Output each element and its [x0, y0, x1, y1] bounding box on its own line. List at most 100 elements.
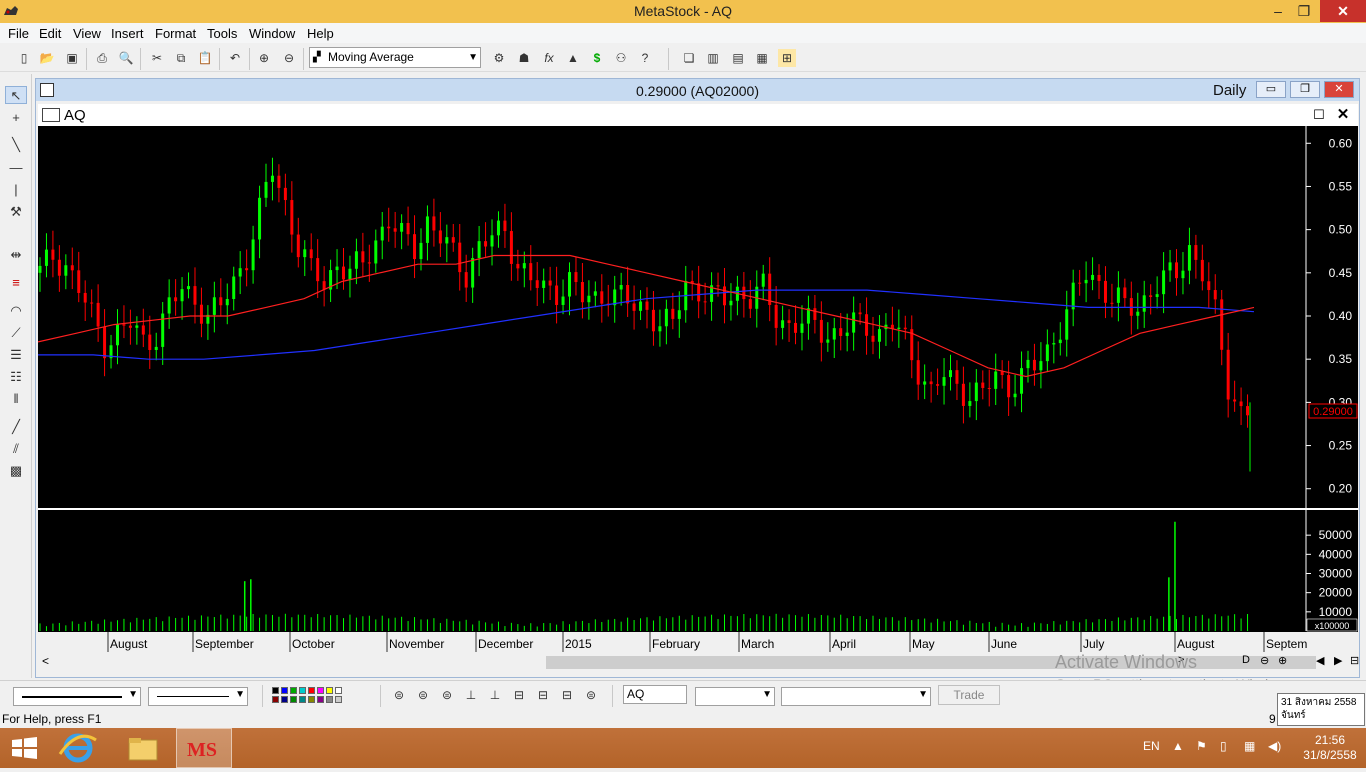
gann-fan-tool-icon[interactable]: ⫽ — [5, 440, 27, 458]
print-icon[interactable]: ⎙ — [93, 49, 111, 67]
formula-icon[interactable]: fx — [540, 49, 558, 67]
paste-icon[interactable]: 📋 — [196, 49, 214, 67]
menu-insert[interactable]: Insert — [111, 26, 144, 41]
pane-2-icon[interactable]: ⊟ — [534, 686, 552, 704]
page-right-icon[interactable]: ▶ — [1334, 654, 1342, 667]
menu-view[interactable]: View — [73, 26, 101, 41]
internet-explorer-icon[interactable] — [50, 728, 106, 768]
save-icon[interactable]: ▣ — [63, 49, 81, 67]
line-weight-select[interactable]: ▼ — [148, 687, 248, 706]
help-pointer-icon[interactable]: ? — [636, 49, 654, 67]
color-swatch[interactable] — [290, 696, 297, 703]
color-swatch[interactable] — [272, 687, 279, 694]
explorer-icon[interactable]: ☗ — [515, 49, 533, 67]
grid-tool-icon[interactable]: ▩ — [5, 462, 27, 480]
arc-tool-icon[interactable]: ◠ — [5, 302, 27, 320]
security-list-select[interactable]: ▼ — [781, 687, 931, 706]
close-button[interactable]: ✕ — [1320, 0, 1366, 22]
insert-window-icon[interactable]: ⊥ — [462, 686, 480, 704]
flag-icon[interactable]: ⚑ — [1196, 739, 1207, 753]
indicator-select[interactable]: ▞ Moving Average ▼ — [309, 47, 481, 68]
insert-window-2-icon[interactable]: ⊥ — [486, 686, 504, 704]
cut-icon[interactable]: ✂ — [148, 49, 166, 67]
pane-icon[interactable]: ⊟ — [510, 686, 528, 704]
refresh-icon[interactable]: ⊜ — [582, 686, 600, 704]
channel-tool-icon[interactable]: ≡ — [5, 274, 27, 292]
zoom-icon[interactable]: ⊖ — [280, 49, 298, 67]
color-swatch[interactable] — [335, 696, 342, 703]
undo-icon[interactable]: ↶ — [226, 49, 244, 67]
child-restore-button[interactable]: ❐ — [1290, 81, 1320, 98]
exchange-select[interactable]: ▼ — [695, 687, 775, 706]
menu-edit[interactable]: Edit — [39, 26, 61, 41]
periodicity-label[interactable]: Daily — [1213, 82, 1246, 99]
network-icon[interactable]: ▦ — [1244, 739, 1255, 753]
file-explorer-icon[interactable] — [115, 728, 171, 768]
new-icon[interactable]: ▯ — [15, 49, 33, 67]
color-swatch[interactable] — [272, 696, 279, 703]
color-swatch[interactable] — [290, 687, 297, 694]
pointer-tool-icon[interactable]: ↖ — [5, 86, 27, 104]
restore-button[interactable]: ❐ — [1290, 0, 1318, 22]
cascade-icon[interactable]: ❏ — [680, 49, 698, 67]
color-swatch[interactable] — [299, 696, 306, 703]
time-zones-tool-icon[interactable]: ‖ — [5, 390, 27, 408]
page-left-icon[interactable]: ◀ — [1316, 654, 1324, 667]
menu-format[interactable]: Format — [155, 26, 196, 41]
menu-window[interactable]: Window — [249, 26, 295, 41]
menu-help[interactable]: Help — [307, 26, 334, 41]
color-swatch[interactable] — [317, 687, 324, 694]
style-2-icon[interactable]: ⊜ — [414, 686, 432, 704]
scroll-left-icon[interactable]: < — [42, 654, 49, 668]
crosshair-icon[interactable]: ⊕ — [255, 49, 273, 67]
color-swatch[interactable] — [326, 696, 333, 703]
crosshair-tool-icon[interactable]: + — [5, 109, 27, 127]
vertical-line-tool-icon[interactable]: | — [5, 181, 27, 199]
clock[interactable]: 21:56 31/8/2558 — [1296, 733, 1364, 763]
child-minimize-button[interactable]: ▭ — [1256, 81, 1286, 98]
color-swatch[interactable] — [281, 696, 288, 703]
volume-icon[interactable]: ◀) — [1268, 739, 1281, 753]
inner-close-button[interactable]: ✕ — [1334, 105, 1352, 123]
child-close-button[interactable]: ✕ — [1324, 81, 1354, 98]
arrows-tool-icon[interactable]: ⇹ — [5, 246, 27, 264]
metastock-taskbar-button[interactable]: MS — [176, 728, 232, 768]
dollar-icon[interactable]: $ — [588, 49, 606, 67]
price-chart[interactable]: 0.60 0.55 0.50 0.45 0.40 0.35 0.30 0.25 0.20 0.29… — [37, 126, 1358, 652]
device-icon[interactable]: ▯ — [1220, 739, 1227, 753]
fan-tool-icon[interactable]: ⟋ — [5, 324, 27, 342]
print-preview-icon[interactable]: 🔍 — [117, 49, 135, 67]
color-palette[interactable] — [272, 687, 362, 705]
expert-icon[interactable]: ⚙ — [490, 49, 508, 67]
copy-icon[interactable]: ⧉ — [172, 49, 190, 67]
layout-icon[interactable]: ⊞ — [778, 49, 796, 67]
pane-3-icon[interactable]: ⊟ — [558, 686, 576, 704]
fibonacci-tool-icon[interactable]: ☰ — [5, 346, 27, 364]
horizontal-line-tool-icon[interactable]: — — [5, 159, 27, 177]
inner-maximize-button[interactable]: ☐ — [1310, 107, 1328, 123]
system-tester-icon[interactable]: ▲ — [564, 49, 582, 67]
color-swatch[interactable] — [308, 687, 315, 694]
open-icon[interactable]: 📂 — [38, 49, 56, 67]
line-tool-icon[interactable]: ╱ — [5, 418, 27, 436]
style-3-icon[interactable]: ⊜ — [438, 686, 456, 704]
color-swatch[interactable] — [317, 696, 324, 703]
minimize-button[interactable]: ‒ — [1264, 0, 1292, 22]
cycle-tool-icon[interactable]: ⚒ — [5, 203, 27, 221]
symbol-input[interactable]: AQ — [623, 685, 687, 704]
color-swatch[interactable] — [299, 687, 306, 694]
menu-tools[interactable]: Tools — [207, 26, 237, 41]
style-1-icon[interactable]: ⊜ — [390, 686, 408, 704]
menu-file[interactable]: File — [8, 26, 29, 41]
color-swatch[interactable] — [308, 696, 315, 703]
trendline-tool-icon[interactable]: ╲ — [5, 136, 27, 154]
end-icon[interactable]: ⊟ — [1350, 654, 1359, 667]
color-swatch[interactable] — [326, 687, 333, 694]
trade-button[interactable]: Trade — [938, 685, 1000, 705]
tile-grid-icon[interactable]: ▦ — [753, 49, 771, 67]
start-button[interactable] — [0, 728, 56, 768]
retracement-tool-icon[interactable]: ☷ — [5, 368, 27, 386]
color-swatch[interactable] — [281, 687, 288, 694]
tile-vertical-icon[interactable]: ▥ — [704, 49, 722, 67]
language-indicator[interactable]: EN — [1143, 739, 1160, 753]
